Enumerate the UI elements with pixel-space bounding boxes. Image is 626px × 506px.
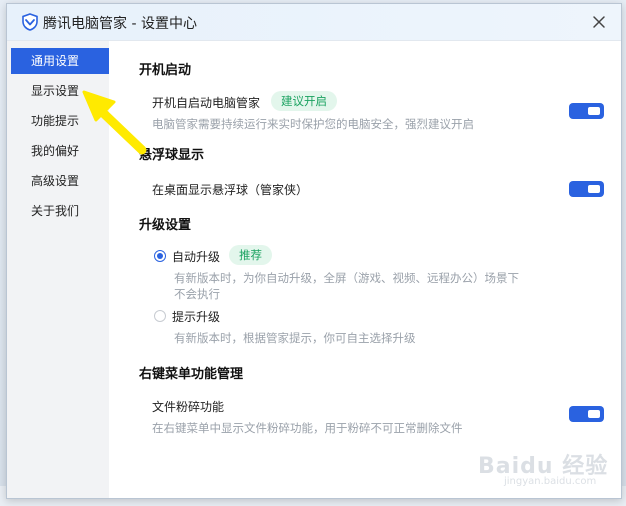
file-shredder-label: 文件粉碎功能 <box>152 400 225 414</box>
prompt-upgrade-label: 提示升级 <box>172 310 221 324</box>
section-title-upgrade: 升级设置 <box>139 218 192 233</box>
startup-toggle[interactable] <box>569 103 604 119</box>
recommended-badge: 建议开启 <box>271 91 337 111</box>
toggle-knob <box>588 185 600 193</box>
sidebar-item-about[interactable]: 关于我们 <box>11 198 109 224</box>
floating-ball-toggle[interactable] <box>569 181 604 197</box>
close-icon <box>593 16 605 28</box>
section-title-startup: 开机启动 <box>139 63 192 78</box>
auto-upgrade-label: 自动升级 <box>172 250 221 264</box>
sidebar-item-tips[interactable]: 功能提示 <box>11 108 109 134</box>
prompt-upgrade-desc: 有新版本时，根据管家提示，你可自主选择升级 <box>174 331 416 345</box>
settings-content: 开机启动 开机自启动电脑管家 建议开启 电脑管家需要持续运行来实时保护您的电脑安… <box>109 41 621 498</box>
sidebar-item-display[interactable]: 显示设置 <box>11 78 109 104</box>
prompt-upgrade-radio[interactable] <box>154 310 166 322</box>
toggle-knob <box>588 410 600 418</box>
sidebar-item-advanced[interactable]: 高级设置 <box>11 168 109 194</box>
shield-icon <box>21 13 39 31</box>
auto-upgrade-radio[interactable] <box>154 250 166 262</box>
baidu-watermark: Baidu 经验 jingyan.baidu.com <box>478 444 618 492</box>
title-bar[interactable]: 腾讯电脑管家 - 设置中心 <box>7 4 621 41</box>
watermark-sub: jingyan.baidu.com <box>504 476 597 487</box>
sidebar: 通用设置 显示设置 功能提示 我的偏好 高级设置 关于我们 <box>7 41 109 498</box>
floating-ball-label: 在桌面显示悬浮球（管家侠） <box>152 183 309 197</box>
recommend-badge: 推荐 <box>229 245 272 265</box>
file-shredder-desc: 在右键菜单中显示文件粉碎功能，用于粉碎不可正常删除文件 <box>152 421 463 435</box>
section-title-context-menu: 右键菜单功能管理 <box>139 367 244 382</box>
auto-upgrade-desc-line1: 有新版本时，为你自动升级，全屏（游戏、视频、远程办公）场景下 <box>174 271 519 285</box>
section-title-floating: 悬浮球显示 <box>139 148 205 163</box>
sidebar-item-preferences[interactable]: 我的偏好 <box>11 138 109 164</box>
startup-desc: 电脑管家需要持续运行来实时保护您的电脑安全，强烈建议开启 <box>152 117 474 131</box>
file-shredder-toggle[interactable] <box>569 406 604 422</box>
close-button[interactable] <box>587 10 611 34</box>
window-title: 腾讯电脑管家 - 设置中心 <box>43 16 197 32</box>
sidebar-item-general[interactable]: 通用设置 <box>11 48 109 74</box>
auto-upgrade-desc-line2: 不会执行 <box>174 287 220 301</box>
startup-label: 开机自启动电脑管家 <box>152 96 261 110</box>
settings-window: 腾讯电脑管家 - 设置中心 通用设置 显示设置 功能提示 我的偏好 高级设置 关… <box>6 3 622 499</box>
toggle-knob <box>588 107 600 115</box>
